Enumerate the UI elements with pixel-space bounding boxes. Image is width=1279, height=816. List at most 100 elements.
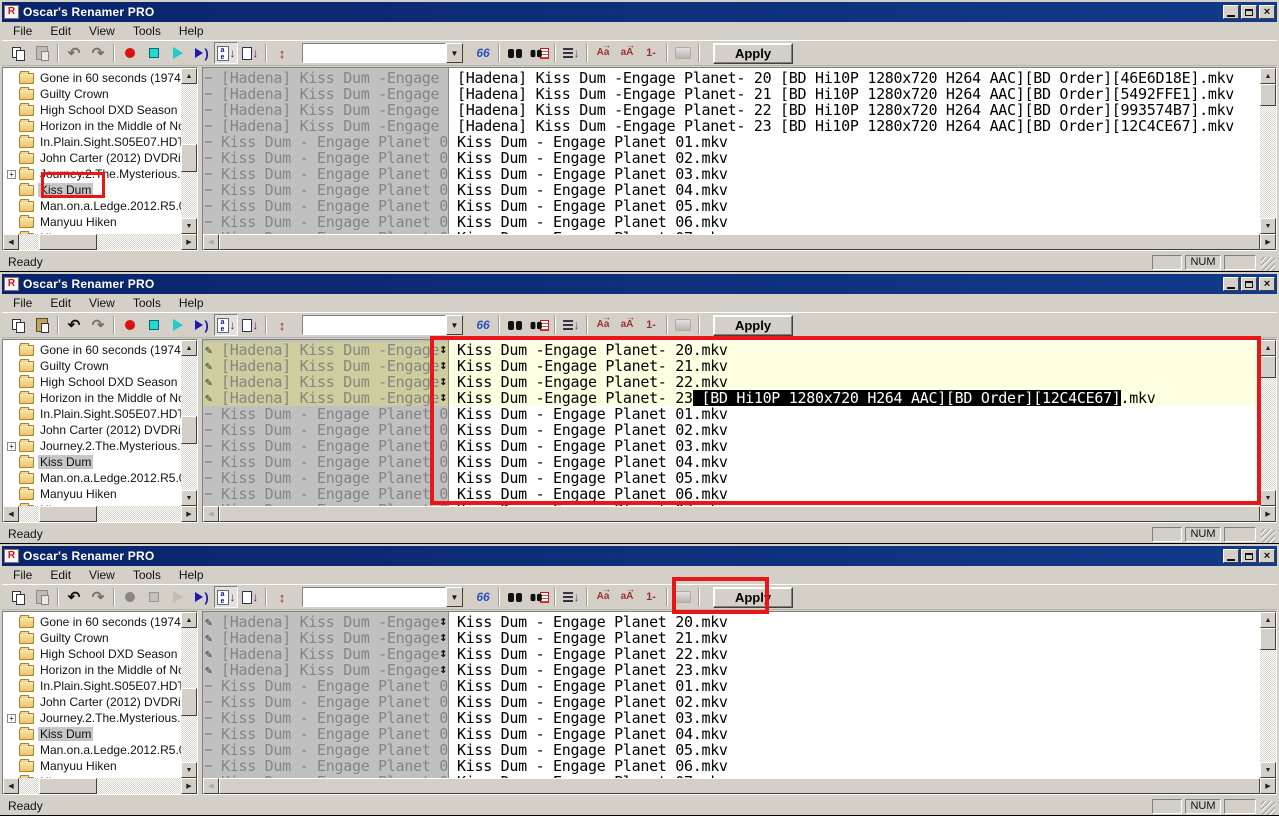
tree-folder-item[interactable]: + Man.on.a.Ledge.2012.R5.0 <box>3 470 181 486</box>
scroll-thumb[interactable] <box>181 416 197 444</box>
scroll-up-button[interactable]: ▲ <box>1260 612 1276 628</box>
tree-folder-item[interactable]: + John Carter (2012) DVDRip <box>3 150 181 166</box>
new-name-row[interactable]: Kiss Dum - Engage Planet 02.mkv <box>449 694 1260 710</box>
tree-folder-item[interactable]: + Manyuu Hiken <box>3 486 181 502</box>
preview-button[interactable]: 66 <box>471 314 495 336</box>
tree-folder-item[interactable]: + Guilty Crown <box>3 358 181 374</box>
new-name-row[interactable]: Kiss Dum - Engage Planet 06.mkv <box>449 214 1260 230</box>
sort-files-button[interactable]: ↓ <box>238 314 262 336</box>
tree-expander-icon[interactable]: + <box>7 441 16 451</box>
tree-folder-item[interactable]: + High School DXD Season 1 <box>3 646 181 662</box>
scroll-down-button[interactable]: ▼ <box>181 218 197 234</box>
scroll-thumb[interactable] <box>219 778 1260 794</box>
scroll-down-button[interactable]: ▼ <box>1260 218 1276 234</box>
apply-button[interactable]: Apply <box>713 42 793 64</box>
scroll-thumb[interactable] <box>181 688 197 716</box>
resize-grip-icon[interactable] <box>1261 529 1275 543</box>
numbering-button[interactable]: 1- <box>639 42 663 64</box>
menu-help[interactable]: Help <box>170 295 213 311</box>
combo-dropdown-button[interactable]: ▼ <box>446 587 463 607</box>
tree-folder-item[interactable]: + Kiss Dum <box>3 454 181 470</box>
new-name-row[interactable]: Kiss Dum - Engage Planet 04.mkv <box>449 182 1260 198</box>
scroll-down-button[interactable]: ▼ <box>181 762 197 778</box>
new-name-row[interactable]: [Hadena] Kiss Dum -Engage Planet- 23 [BD… <box>449 118 1260 134</box>
tree-folder-item[interactable]: + In.Plain.Sight.S05E07.HDT <box>3 406 181 422</box>
editor-horizontal-scrollbar[interactable]: ◀ ▶ <box>203 778 1276 794</box>
scroll-thumb[interactable] <box>1260 84 1276 106</box>
new-name-row[interactable]: Kiss Dum - Engage Planet 05.mkv <box>449 470 1260 486</box>
tree-folder-item[interactable]: + Gone in 60 seconds (1974) <box>3 342 181 358</box>
record-button[interactable] <box>118 42 142 64</box>
find-replace-button[interactable] <box>527 42 551 64</box>
new-name-row[interactable]: Kiss Dum - Engage Planet 06.mkv <box>449 758 1260 774</box>
apply-button[interactable]: Apply <box>713 314 793 336</box>
uppercase-button[interactable]: aA <box>615 40 639 64</box>
new-name-row[interactable]: Kiss Dum - Engage Planet 05.mkv <box>449 198 1260 214</box>
new-name-row[interactable]: Kiss Dum - Engage Planet 04.mkv <box>449 454 1260 470</box>
paste-button[interactable] <box>30 586 54 608</box>
menu-help[interactable]: Help <box>170 567 213 583</box>
scroll-thumb[interactable] <box>39 778 97 794</box>
tree-folder-item[interactable]: + High School DXD Season 1 <box>3 102 181 118</box>
tree-folder-item[interactable]: + Horizon in the Middle of No <box>3 390 181 406</box>
find-button[interactable] <box>503 314 527 336</box>
scroll-down-button[interactable]: ▼ <box>1260 490 1276 506</box>
new-name-row[interactable]: Kiss Dum - Engage Planet 20.mkv <box>449 614 1260 630</box>
menu-tools[interactable]: Tools <box>124 567 170 583</box>
find-button[interactable] <box>503 42 527 64</box>
new-name-row[interactable]: Kiss Dum - Engage Planet 03.mkv <box>449 166 1260 182</box>
scroll-thumb[interactable] <box>219 506 1260 522</box>
scroll-up-button[interactable]: ▲ <box>181 612 197 628</box>
menu-help[interactable]: Help <box>170 23 213 39</box>
sort-names-toggle[interactable]: a e ↓ <box>214 314 238 336</box>
preview-button[interactable]: 66 <box>471 42 495 64</box>
editor-horizontal-scrollbar[interactable]: ◀ ▶ <box>203 234 1276 250</box>
stop-button[interactable] <box>142 586 166 608</box>
refresh-button[interactable]: ↕ <box>270 42 294 64</box>
scroll-left-button[interactable]: ◀ <box>203 778 219 794</box>
scroll-up-button[interactable]: ▲ <box>1260 68 1276 84</box>
play-button[interactable] <box>166 314 190 336</box>
tree-folder-item[interactable]: + Journey.2.The.Mysterious.I <box>3 438 181 454</box>
new-name-row[interactable]: Kiss Dum -Engage Planet- 22.mkv <box>449 374 1260 390</box>
filter-input[interactable] <box>302 315 446 335</box>
new-names-editor[interactable]: [Hadena] Kiss Dum -Engage Planet- 20 [BD… <box>449 68 1260 234</box>
new-names-editor[interactable]: Kiss Dum -Engage Planet- 20.mkv Kiss Dum… <box>449 340 1260 506</box>
stop-button[interactable] <box>142 42 166 64</box>
paste-button[interactable] <box>30 42 54 64</box>
new-name-row[interactable]: Kiss Dum - Engage Planet 05.mkv <box>449 742 1260 758</box>
tree-expander-icon[interactable]: + <box>7 169 16 179</box>
tree-horizontal-scrollbar[interactable]: ◀ ▶ <box>3 234 197 250</box>
sort-files-button[interactable]: ↓ <box>238 586 262 608</box>
close-button[interactable]: × <box>1259 5 1275 19</box>
new-name-row[interactable]: Kiss Dum - Engage Planet 02.mkv <box>449 422 1260 438</box>
scroll-thumb[interactable] <box>39 234 97 250</box>
scroll-left-button[interactable]: ◀ <box>3 234 19 250</box>
apply-button[interactable]: Apply <box>713 586 793 608</box>
rename-tool-button[interactable] <box>671 42 695 64</box>
new-name-row[interactable]: Kiss Dum - Engage Planet 04.mkv <box>449 726 1260 742</box>
tree-vertical-scrollbar[interactable]: ▲ ▼ <box>181 612 197 778</box>
redo-button[interactable]: ↷ <box>86 586 110 608</box>
tree-folder-item[interactable]: + Man.on.a.Ledge.2012.R5.0 <box>3 198 181 214</box>
tree-folder-item[interactable]: + High School DXD Season 1 <box>3 374 181 390</box>
preview-button[interactable]: 66 <box>471 586 495 608</box>
tree-folder-item[interactable]: + Guilty Crown <box>3 86 181 102</box>
filter-combobox[interactable]: ▼ <box>302 43 463 63</box>
scroll-right-button[interactable]: ▶ <box>181 506 197 522</box>
tree-folder-item[interactable]: + Gone in 60 seconds (1974) <box>3 70 181 86</box>
menu-edit[interactable]: Edit <box>41 295 80 311</box>
play-to-end-button[interactable]: ) <box>190 42 214 64</box>
new-name-row[interactable]: Kiss Dum - Engage Planet 01.mkv <box>449 678 1260 694</box>
scroll-right-button[interactable]: ▶ <box>1260 234 1276 250</box>
scroll-up-button[interactable]: ▲ <box>181 340 197 356</box>
maximize-button[interactable] <box>1241 277 1257 291</box>
play-to-end-button[interactable]: ) <box>190 314 214 336</box>
scroll-thumb[interactable] <box>1260 628 1276 650</box>
sort-list-button[interactable]: ↓ <box>559 42 583 64</box>
scroll-left-button[interactable]: ◀ <box>203 506 219 522</box>
resize-grip-icon[interactable] <box>1261 257 1275 271</box>
sort-list-button[interactable]: ↓ <box>559 314 583 336</box>
tree-folder-item[interactable]: + John Carter (2012) DVDRip <box>3 694 181 710</box>
tree-folder-item[interactable]: + Gone in 60 seconds (1974) <box>3 614 181 630</box>
